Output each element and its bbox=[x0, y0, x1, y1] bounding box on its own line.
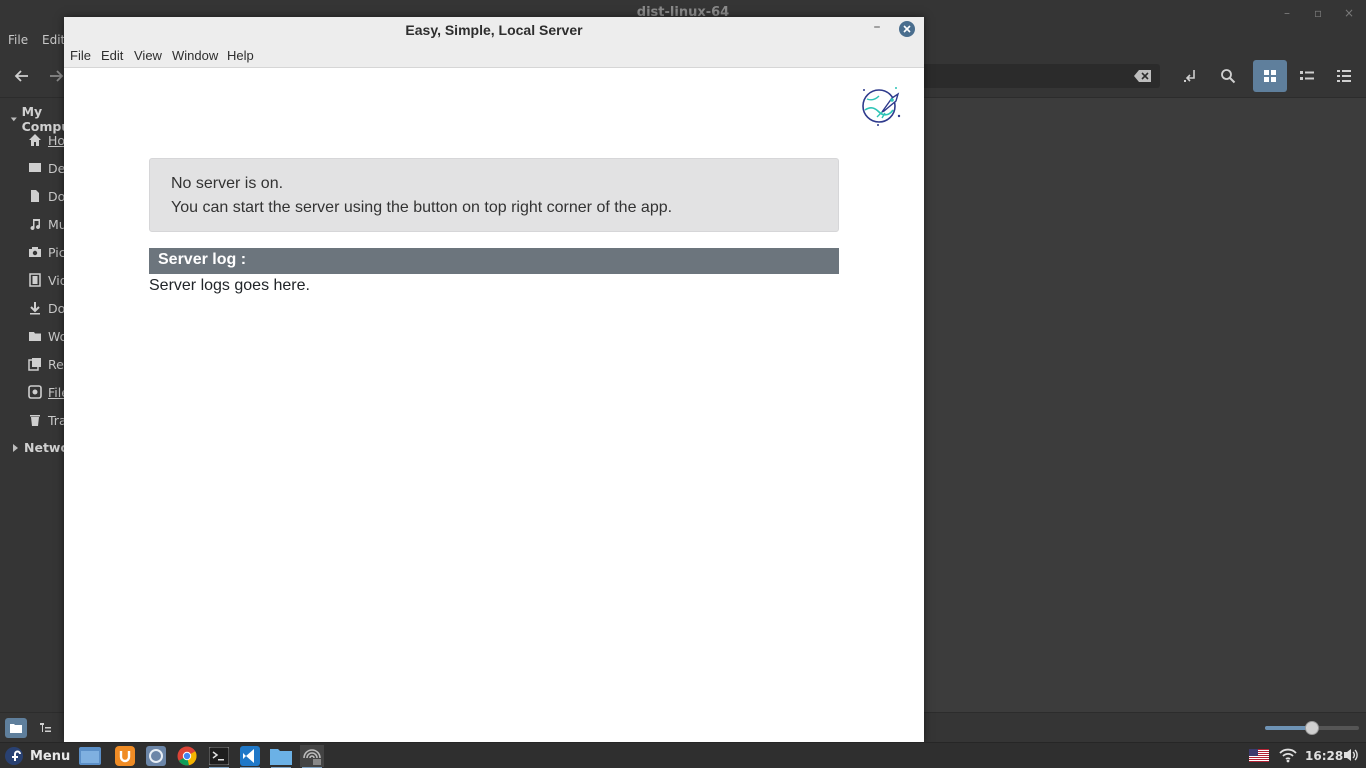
zoom-slider[interactable] bbox=[1265, 721, 1359, 735]
network-indicator[interactable] bbox=[1279, 747, 1297, 763]
fm-menu-file[interactable]: File bbox=[8, 33, 28, 47]
server-status-notice: No server is on. You can start the serve… bbox=[149, 158, 839, 232]
app-close-button[interactable] bbox=[899, 21, 915, 37]
compact-view-icon bbox=[1337, 70, 1351, 82]
speaker-icon bbox=[1344, 749, 1358, 761]
expand-down-icon bbox=[10, 117, 17, 122]
music-icon bbox=[28, 217, 42, 231]
chrome-icon bbox=[177, 746, 197, 766]
clock[interactable]: 16:28 bbox=[1305, 749, 1343, 763]
camera-icon bbox=[28, 245, 42, 259]
toggle-location-button[interactable] bbox=[1174, 60, 1206, 92]
launcher-settings[interactable] bbox=[144, 745, 168, 767]
start-menu-button[interactable]: Menu bbox=[4, 745, 70, 767]
wifi-icon bbox=[1279, 748, 1297, 763]
trash-icon bbox=[28, 413, 42, 427]
server-log-text: Server logs goes here. bbox=[149, 277, 310, 294]
list-view-icon bbox=[1300, 71, 1314, 80]
app-menu-view[interactable]: View bbox=[134, 48, 162, 63]
start-server-button[interactable] bbox=[858, 82, 904, 128]
search-icon bbox=[1221, 69, 1236, 84]
fm-maximize-button[interactable]: ▫ bbox=[1314, 6, 1322, 20]
icon-view-button[interactable] bbox=[1253, 60, 1287, 92]
terminal-icon bbox=[209, 747, 229, 765]
expand-right-icon bbox=[13, 443, 18, 452]
volume-indicator[interactable] bbox=[1343, 747, 1359, 763]
app-body: No server is on. You can start the serve… bbox=[64, 68, 924, 742]
close-icon bbox=[903, 25, 911, 33]
film-icon bbox=[28, 273, 42, 287]
fm-close-button[interactable]: × bbox=[1344, 6, 1354, 20]
launcher-firefox[interactable] bbox=[113, 745, 137, 767]
rocket-planet-icon bbox=[862, 87, 901, 126]
server-app-window: Easy, Simple, Local Server – File Edit V… bbox=[64, 17, 924, 742]
app-minimize-button[interactable]: – bbox=[870, 19, 884, 39]
server-log-header: Server log : bbox=[149, 248, 839, 274]
home-icon bbox=[28, 133, 42, 147]
document-icon bbox=[28, 189, 42, 203]
firefox-icon bbox=[115, 746, 135, 766]
files-icon bbox=[79, 747, 101, 765]
show-treeview-button[interactable] bbox=[35, 718, 57, 738]
app-menu-help[interactable]: Help bbox=[227, 48, 254, 63]
search-button[interactable] bbox=[1212, 60, 1244, 92]
download-icon bbox=[28, 301, 42, 315]
folder-icon bbox=[270, 749, 292, 765]
app-menubar: File Edit View Window Help bbox=[64, 44, 924, 68]
clear-location-icon[interactable] bbox=[1134, 69, 1152, 83]
launcher-files[interactable] bbox=[78, 745, 102, 767]
launcher-server-app[interactable] bbox=[300, 745, 324, 768]
launcher-file-manager[interactable] bbox=[269, 745, 293, 768]
app-menu-file[interactable]: File bbox=[70, 48, 91, 63]
show-places-button[interactable] bbox=[5, 718, 27, 738]
vscode-icon bbox=[240, 746, 260, 766]
compact-view-button[interactable] bbox=[1328, 60, 1360, 92]
folder-icon bbox=[28, 329, 42, 343]
launcher-terminal[interactable] bbox=[207, 745, 231, 768]
list-view-button[interactable] bbox=[1291, 60, 1323, 92]
zoom-slider-handle[interactable] bbox=[1305, 721, 1319, 735]
settings-icon bbox=[146, 746, 166, 766]
fm-minimize-button[interactable]: – bbox=[1284, 6, 1290, 20]
start-menu-label: Menu bbox=[30, 748, 71, 764]
notice-line-2: You can start the server using the butto… bbox=[171, 199, 673, 216]
folder-icon bbox=[10, 724, 22, 733]
us-flag-icon bbox=[1249, 749, 1269, 762]
grid-view-icon bbox=[1264, 70, 1276, 82]
fm-sidebar: My Computer Home Desktop Documents Music… bbox=[0, 98, 120, 712]
return-arrow-icon bbox=[1184, 70, 1195, 82]
fedora-logo-icon bbox=[5, 747, 23, 765]
desktop-icon bbox=[28, 161, 42, 175]
fm-content-area[interactable] bbox=[924, 98, 1366, 712]
arrow-right-icon bbox=[50, 70, 64, 82]
server-app-icon bbox=[303, 749, 321, 765]
keyboard-layout-indicator[interactable] bbox=[1249, 749, 1269, 762]
drive-icon bbox=[28, 385, 42, 399]
launcher-chrome[interactable] bbox=[175, 745, 199, 767]
recent-icon bbox=[28, 357, 42, 371]
app-menu-window[interactable]: Window bbox=[172, 48, 218, 63]
app-window-title: Easy, Simple, Local Server bbox=[405, 22, 583, 38]
taskbar: Menu 16:28 bbox=[0, 742, 1366, 768]
fm-menu-edit[interactable]: Edit bbox=[42, 33, 65, 47]
location-bar[interactable] bbox=[924, 64, 1160, 88]
arrow-left-icon bbox=[14, 70, 28, 82]
tree-icon bbox=[40, 723, 51, 732]
app-titlebar: Easy, Simple, Local Server – bbox=[64, 17, 924, 44]
app-menu-edit[interactable]: Edit bbox=[101, 48, 123, 63]
notice-line-1: No server is on. bbox=[171, 175, 284, 192]
launcher-vscode[interactable] bbox=[238, 745, 262, 768]
back-button[interactable] bbox=[6, 60, 38, 92]
